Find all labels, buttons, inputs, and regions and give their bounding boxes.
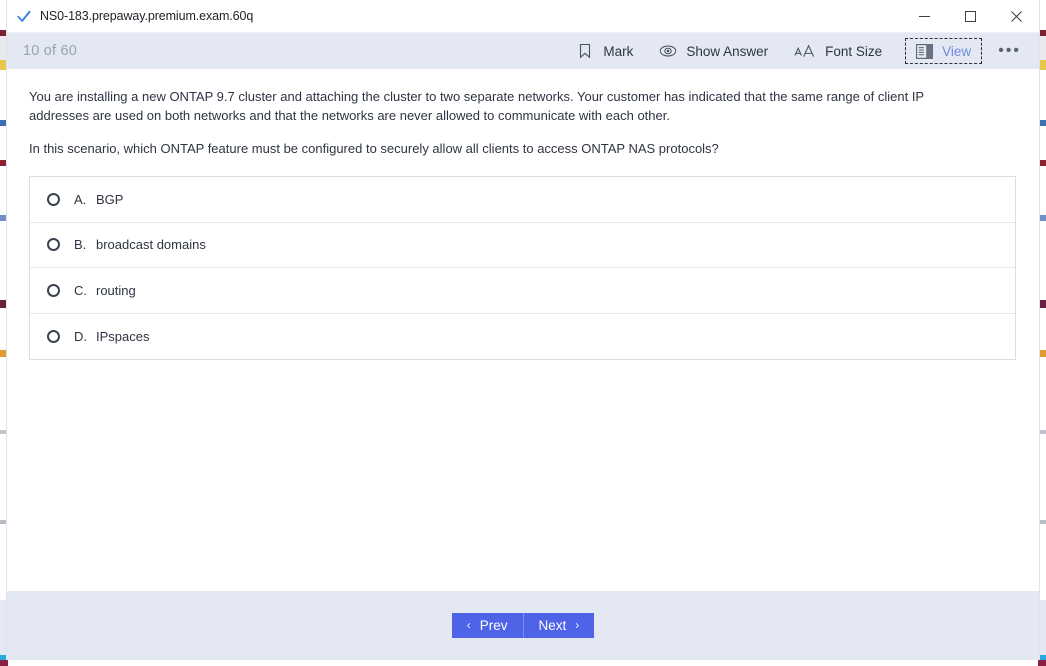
ellipsis-icon: •••	[998, 42, 1021, 59]
window-title: NS0-183.prepaway.premium.exam.60q	[40, 9, 254, 23]
radio-icon[interactable]	[47, 283, 60, 297]
show-answer-label: Show Answer	[686, 43, 769, 59]
answer-option-c[interactable]: C. routing	[30, 268, 1015, 314]
eye-icon	[659, 42, 677, 60]
bookmark-icon	[576, 42, 594, 60]
answer-option-b[interactable]: B. broadcast domains	[30, 222, 1015, 268]
exam-toolbar: 10 of 60 Mark Show Answer Font Size View…	[7, 33, 1039, 69]
answer-option-a[interactable]: A. BGP	[30, 177, 1015, 223]
radio-icon[interactable]	[47, 238, 60, 252]
exam-app-window: NS0-183.prepaway.premium.exam.60q 10 of …	[6, 0, 1040, 660]
more-options-button[interactable]: •••	[986, 42, 1033, 60]
toolbar-actions: Mark Show Answer Font Size View •••	[563, 38, 1033, 64]
option-letter: B.	[74, 237, 87, 253]
chevron-left-icon: ‹	[466, 618, 471, 632]
option-label: broadcast domains	[96, 237, 206, 253]
chevron-right-icon: ›	[575, 618, 580, 632]
answer-option-d[interactable]: D. IPspaces	[30, 313, 1015, 359]
navigation-footer: ‹ Prev Next ›	[7, 590, 1039, 659]
font-size-label: Font Size	[825, 43, 883, 59]
close-button[interactable]	[993, 0, 1039, 33]
title-bar: NS0-183.prepaway.premium.exam.60q	[7, 0, 1039, 33]
maximize-button[interactable]	[947, 0, 993, 33]
nav-button-group: ‹ Prev Next ›	[451, 612, 595, 638]
view-button[interactable]: View	[905, 38, 983, 64]
mark-label: Mark	[603, 43, 634, 59]
view-label: View	[942, 43, 972, 59]
prev-button[interactable]: ‹ Prev	[451, 612, 524, 638]
answer-options-list: A. BGP B. broadcast domains C. routing D…	[29, 176, 1016, 360]
option-letter: D.	[74, 328, 87, 344]
question-paragraph-2: In this scenario, which ONTAP feature mu…	[29, 141, 719, 156]
option-label: BGP	[96, 191, 124, 207]
prev-label: Prev	[479, 617, 508, 633]
option-label: IPspaces	[96, 328, 150, 344]
minimize-button[interactable]	[901, 0, 947, 33]
radio-icon[interactable]	[47, 192, 60, 206]
window-controls	[901, 0, 1039, 33]
checkmark-icon	[16, 8, 32, 24]
option-label: routing	[96, 282, 136, 298]
option-letter: C.	[74, 282, 87, 298]
next-button[interactable]: Next ›	[523, 612, 595, 638]
font-size-button[interactable]: Font Size	[781, 38, 895, 64]
question-content: You are installing a new ONTAP 9.7 clust…	[7, 69, 1039, 590]
layout-panel-icon	[916, 42, 934, 60]
mark-button[interactable]: Mark	[563, 38, 646, 64]
font-size-icon	[794, 42, 816, 60]
question-paragraph-1: You are installing a new ONTAP 9.7 clust…	[29, 89, 924, 123]
next-label: Next	[538, 617, 567, 633]
show-answer-button[interactable]: Show Answer	[646, 38, 781, 64]
question-progress-label: 10 of 60	[23, 43, 78, 59]
option-letter: A.	[74, 191, 87, 207]
radio-icon[interactable]	[47, 329, 60, 343]
